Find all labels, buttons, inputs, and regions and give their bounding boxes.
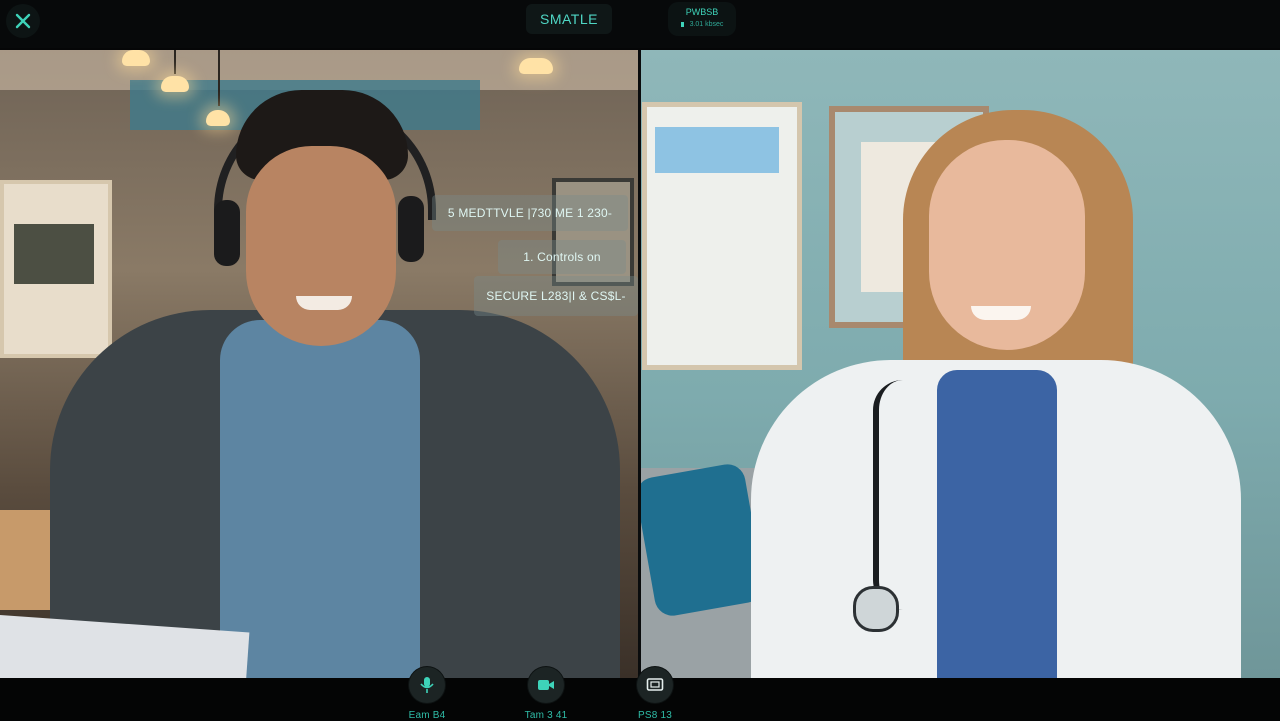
patient-shirt <box>220 320 420 678</box>
mic-button[interactable] <box>409 667 445 703</box>
overlay-info-line-1: 5 MEDTTVLE |730 ME 1 230- <box>432 195 628 231</box>
headphone-cup <box>398 196 424 262</box>
pendant-lamp <box>206 110 230 126</box>
overlay-info-line-3: SECURE L283|I & CS$L- <box>474 276 638 316</box>
overlay-info-line-2: 1. Controls on <box>498 240 626 274</box>
wall-picture <box>0 180 112 358</box>
video-feed-patient: 5 MEDTTVLE |730 ME 1 230- 1. Controls on… <box>0 50 638 678</box>
signal-indicator-icon <box>680 21 684 27</box>
patient-smile <box>296 296 352 310</box>
pendant-lamp <box>519 58 553 74</box>
camera-button-label: Tam 3 41 <box>524 710 568 721</box>
network-status-label: PWBSB <box>685 7 719 17</box>
doctor-smile <box>971 306 1031 320</box>
stethoscope <box>873 380 909 610</box>
network-bitrate: 3.01 kbsec <box>689 21 724 28</box>
mic-button-label: Eam B4 <box>408 710 446 721</box>
camera-button[interactable] <box>528 667 564 703</box>
patient-face <box>246 146 396 346</box>
video-camera-icon <box>538 680 554 690</box>
stethoscope-chestpiece <box>853 586 899 632</box>
headphone-cup <box>214 200 240 266</box>
doctor-shirt <box>937 370 1057 678</box>
pendant-lamp <box>161 76 189 92</box>
pendant-lamp <box>122 50 150 66</box>
medical-poster <box>642 102 802 370</box>
screen-share-button-label: PS8 13 <box>637 710 672 721</box>
app-title: SMATLE <box>526 4 612 34</box>
top-bar: SMATLE PWBSB 3.01 kbsec <box>0 0 1280 48</box>
video-feed-doctor <box>641 50 1280 678</box>
close-call-button[interactable] <box>6 4 40 38</box>
screen-share-icon <box>646 678 664 691</box>
close-x-icon <box>15 13 31 29</box>
network-status: PWBSB 3.01 kbsec <box>668 2 736 36</box>
mic-icon <box>420 677 434 693</box>
screen-share-button[interactable] <box>637 667 673 703</box>
